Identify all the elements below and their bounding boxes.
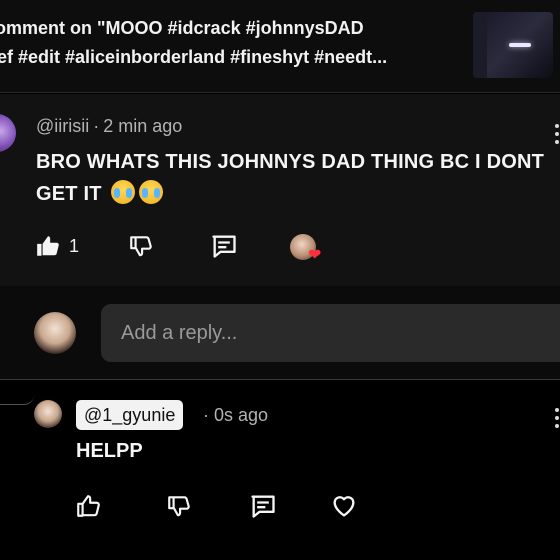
thumbs-down-icon bbox=[168, 496, 190, 517]
red-heart-icon: ❤ bbox=[308, 247, 322, 264]
comment-time: 2 min ago bbox=[103, 116, 183, 136]
video-thumbnail[interactable] bbox=[473, 12, 553, 78]
thumbs-up-icon bbox=[77, 495, 100, 517]
video-title: omment on "MOOO #idcrack #johnnysDAD ef … bbox=[0, 14, 455, 72]
like-count: 1 bbox=[69, 235, 80, 256]
creator-heart-icon[interactable]: ❤ bbox=[290, 234, 326, 266]
video-title-line-2: ef #edit #aliceinborderland #fineshyt #n… bbox=[0, 47, 388, 67]
dislike-button[interactable] bbox=[128, 230, 154, 262]
comment-card: @iirisii · 2 min ago BRO WHATS THIS JOHNNY… bbox=[0, 94, 560, 286]
meta-separator: · bbox=[203, 405, 209, 425]
reply-button[interactable] bbox=[210, 230, 238, 262]
reply-card: @1_gyunie · 0s ago HELPP bbox=[0, 380, 560, 560]
thread-connector bbox=[0, 395, 34, 405]
commenter-avatar[interactable] bbox=[0, 114, 16, 152]
reply-like-button[interactable] bbox=[75, 490, 101, 522]
reply-author-avatar[interactable] bbox=[34, 400, 62, 428]
comment-icon bbox=[212, 235, 236, 258]
reply-text: HELPP bbox=[76, 440, 143, 462]
reply-more-icon[interactable] bbox=[555, 408, 560, 432]
reply-dislike-button[interactable] bbox=[166, 490, 192, 522]
current-user-avatar bbox=[34, 312, 76, 354]
reply-author-handle[interactable]: @1_gyunie bbox=[76, 400, 184, 430]
comment-icon bbox=[251, 495, 275, 518]
thumbnail-light bbox=[509, 43, 531, 47]
comment-actions: 1 bbox=[0, 230, 560, 262]
thumbs-up-filled-icon bbox=[37, 236, 59, 256]
reply-time: · 0s ago bbox=[203, 405, 268, 426]
reply-reply-button[interactable] bbox=[249, 490, 277, 522]
comment-text: BRO WHATS THIS JOHNNYS DAD THING BC I DO… bbox=[36, 146, 556, 210]
like-button[interactable]: 1 bbox=[35, 230, 79, 262]
reply-actions bbox=[0, 490, 560, 522]
reply-time-value: 0s ago bbox=[214, 405, 269, 425]
heart-icon bbox=[333, 496, 355, 517]
video-header[interactable]: omment on "MOOO #idcrack #johnnysDAD ef … bbox=[0, 0, 560, 93]
thumbs-down-icon bbox=[130, 236, 152, 257]
loudly-crying-face-icon bbox=[111, 180, 136, 204]
meta-separator: · bbox=[93, 116, 100, 136]
loudly-crying-face-icon bbox=[139, 180, 164, 204]
reply-heart-button[interactable] bbox=[330, 490, 358, 522]
video-title-line-1: omment on "MOOO #idcrack #johnnysDAD bbox=[0, 18, 364, 38]
comment-more-icon[interactable] bbox=[555, 124, 560, 148]
add-reply-input[interactable] bbox=[101, 304, 560, 362]
comment-username[interactable]: @iirisii bbox=[36, 116, 89, 136]
reply-composer bbox=[0, 286, 560, 380]
comment-meta: @iirisii · 2 min ago bbox=[36, 116, 182, 137]
